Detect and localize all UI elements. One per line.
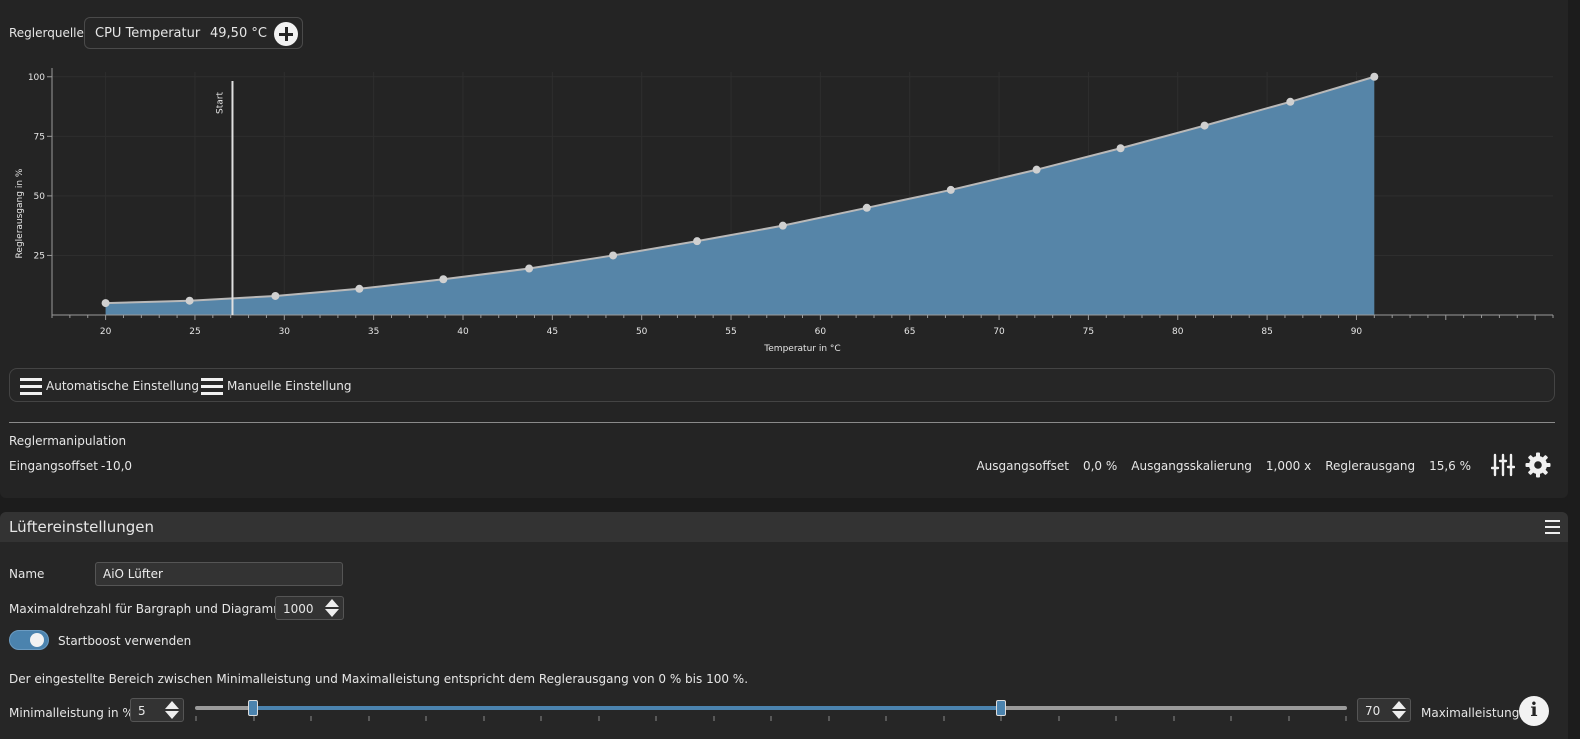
y-tick-label: 25 (34, 251, 45, 261)
start-label: Start (215, 92, 225, 114)
curve-point[interactable] (101, 299, 110, 308)
y-tick-label: 100 (28, 73, 45, 83)
max-power-label: Maximalleistung (1421, 706, 1520, 720)
curve-point[interactable] (778, 221, 787, 230)
x-tick-label: 70 (993, 327, 1005, 337)
startboost-toggle[interactable] (9, 630, 49, 650)
input-offset-value: -10,0 (101, 459, 133, 473)
spin-arrows-icon[interactable] (325, 599, 339, 617)
curve-point[interactable] (1370, 72, 1379, 81)
max-power-value: 70 (1365, 704, 1381, 718)
x-axis-title: Temperatur in °C (763, 344, 840, 354)
start-marker: Start (215, 81, 234, 315)
spin-arrows-icon[interactable] (165, 701, 179, 719)
mode-bar: Automatische Einstellung Manuelle Einste… (9, 368, 1555, 402)
curve-point[interactable] (609, 251, 618, 260)
curve-point[interactable] (862, 203, 871, 212)
x-tick-label: 45 (547, 327, 558, 337)
name-label: Name (9, 567, 45, 581)
controller-output-value: 15,6 % (1429, 459, 1471, 473)
power-range-slider[interactable] (195, 700, 1347, 716)
fan-settings-header: Lüftereinstellungen (0, 512, 1568, 542)
x-tick-label: 60 (815, 327, 827, 337)
x-tick-label: 75 (1083, 327, 1094, 337)
curve-point[interactable] (1032, 165, 1041, 174)
y-tick-label: 50 (34, 192, 46, 202)
add-source-icon[interactable] (274, 22, 298, 46)
max-rpm-value: 1000 (283, 602, 314, 616)
source-selector[interactable]: CPU Temperatur 49,50 °C (84, 17, 303, 49)
manipulation-values: Ausgangsoffset 0,0 % Ausgangsskalierung … (976, 459, 1471, 473)
x-tick-label: 20 (100, 327, 112, 337)
max-rpm-spinbox[interactable]: 1000 (275, 596, 344, 620)
controller-panel: Reglerquelle CPU Temperatur 49,50 °C 20 2… (0, 0, 1568, 498)
min-power-label: Minimalleistung in % (9, 706, 134, 720)
curve-chart[interactable]: 20 25 30 35 40 45 50 55 60 65 70 75 80 85 90255075100 … (0, 62, 1568, 362)
startboost-label: Startboost verwenden (58, 634, 192, 648)
x-tick-label: 85 (1261, 327, 1272, 337)
manual-mode-label: Manuelle Einstellung (227, 379, 352, 393)
x-tick-label: 35 (368, 327, 379, 337)
max-power-spinbox[interactable]: 70 (1357, 698, 1411, 722)
source-value: 49,50 °C (210, 26, 267, 41)
spin-arrows-icon[interactable] (1392, 701, 1406, 719)
slider-ticks (195, 716, 1347, 721)
auto-mode-label: Automatische Einstellung (46, 379, 199, 393)
x-tick-label: 30 (279, 327, 291, 337)
curve-point[interactable] (1116, 144, 1125, 153)
fan-settings-title: Lüftereinstellungen (9, 518, 154, 536)
x-tick-label: 25 (189, 327, 200, 337)
min-power-spinbox[interactable]: 5 (130, 698, 184, 722)
output-offset-value: 0,0 % (1082, 459, 1118, 473)
x-tick-label: 50 (636, 327, 648, 337)
sliders-icon[interactable] (1491, 453, 1515, 477)
output-scaling-value: 1,000 x (1265, 459, 1312, 473)
auto-mode-button[interactable]: Automatische Einstellung (20, 375, 199, 397)
curve-point[interactable] (355, 284, 364, 293)
min-power-value: 5 (138, 704, 146, 718)
x-tick-label: 55 (725, 327, 736, 337)
min-power-handle[interactable] (248, 700, 258, 716)
max-power-handle[interactable] (996, 700, 1006, 716)
source-label: Reglerquelle (9, 26, 84, 40)
curve-point[interactable] (1200, 121, 1209, 130)
menu-icon (20, 377, 42, 395)
y-axis-title: Reglerausgang in % (15, 168, 25, 258)
gear-icon[interactable] (1525, 452, 1551, 478)
x-tick-label: 80 (1172, 327, 1184, 337)
name-input[interactable] (95, 562, 343, 586)
source-name: CPU Temperatur (95, 26, 201, 41)
x-tick-label: 40 (457, 327, 469, 337)
info-icon[interactable]: i (1519, 696, 1549, 726)
toggle-knob (30, 633, 44, 647)
curve-point[interactable] (1286, 97, 1295, 106)
input-offset-label: Eingangsoffset (9, 459, 98, 473)
menu-icon (201, 377, 223, 395)
output-scaling-label: Ausgangsskalierung (1131, 459, 1252, 473)
x-tick-label: 90 (1351, 327, 1363, 337)
curve-point[interactable] (185, 296, 194, 305)
manipulation-title: Reglermanipulation (9, 434, 127, 448)
output-offset-label: Ausgangsoffset (976, 459, 1069, 473)
range-note: Der eingestellte Bereich zwischen Minima… (9, 672, 749, 686)
power-range-fill (253, 706, 1001, 710)
x-tick-label: 65 (904, 327, 915, 337)
manual-mode-button[interactable]: Manuelle Einstellung (201, 375, 352, 397)
max-rpm-label: Maximaldrehzahl für Bargraph und Diagram… (9, 602, 285, 616)
y-tick-label: 75 (34, 132, 45, 142)
curve-point[interactable] (693, 237, 702, 246)
menu-icon[interactable] (1545, 520, 1560, 534)
curve-point[interactable] (946, 185, 955, 194)
curve-point[interactable] (439, 275, 448, 284)
curve-point[interactable] (525, 264, 534, 273)
divider (9, 422, 1555, 423)
curve-point[interactable] (271, 291, 280, 300)
controller-output-label: Reglerausgang (1325, 459, 1416, 473)
